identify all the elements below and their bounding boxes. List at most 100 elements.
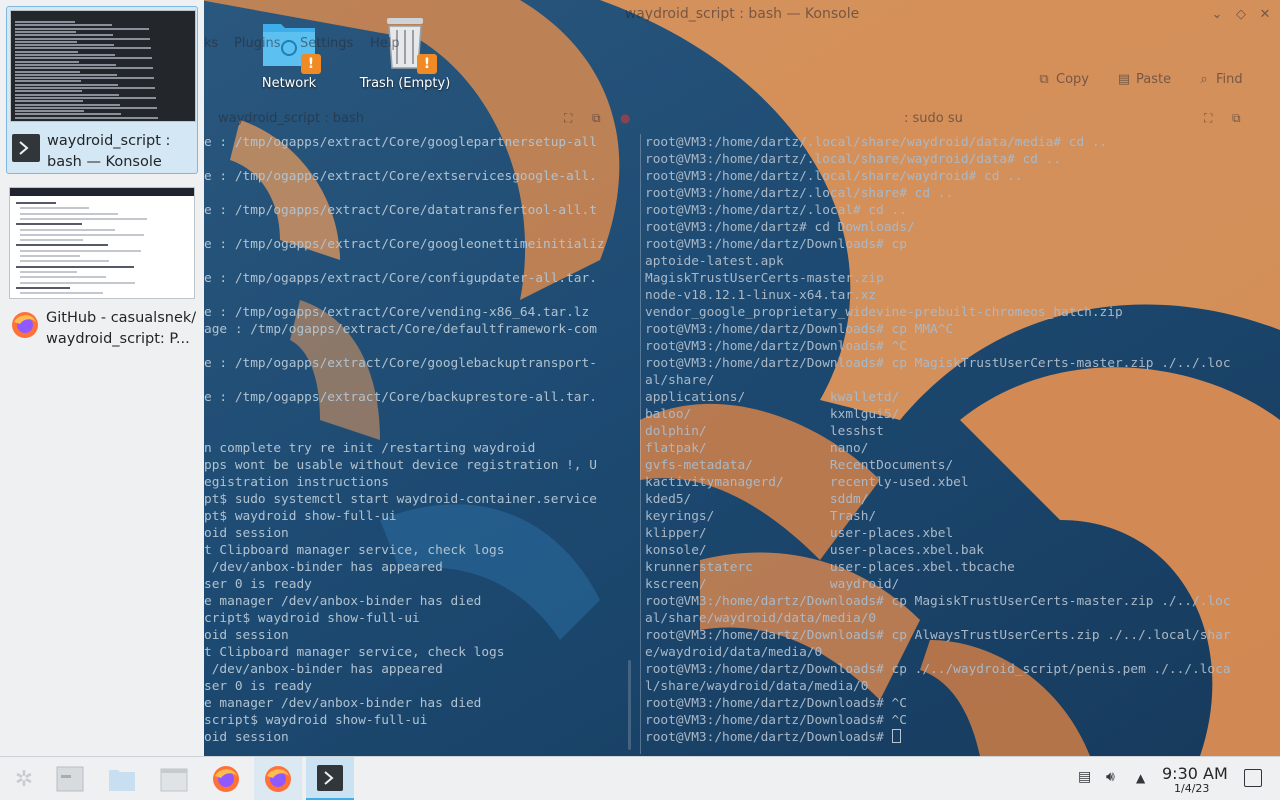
clipboard-icon[interactable]: ▤ [1078, 769, 1091, 785]
terminal-line: root@VM3:/home/dartz/Downloads# cp Alway… [645, 628, 1231, 643]
copy-icon: ⧉ [1039, 72, 1049, 87]
window-title: waydroid_script : bash — Konsole [624, 6, 860, 22]
menu-item-help[interactable]: Help [370, 36, 400, 51]
terminal-line: root@VM3:/home/dartz/.local/share# cd .. [645, 186, 954, 201]
thumbnail-text-line [15, 106, 157, 109]
thumbnail-text-line [15, 44, 114, 47]
thumbnail-text-line [16, 202, 56, 204]
menu-item-plugins[interactable]: Plugins [234, 36, 281, 51]
terminal-line: krunnerstaterc user-places.xbel.tbcache [645, 560, 1015, 575]
switcher-item-label: waydroid_script : bash — Konsole [47, 133, 171, 170]
split-divider[interactable] [640, 134, 641, 754]
paste-button[interactable]: ▤ Paste [1116, 72, 1171, 87]
thumbnail-text-line [15, 21, 75, 23]
thumbnail-text-line [20, 292, 103, 295]
taskbar-item-window[interactable] [46, 757, 94, 800]
volume-icon[interactable]: 🔊︎ [1106, 769, 1115, 785]
thumbnail-text-line [15, 113, 121, 116]
thumbnail-text-line [16, 223, 82, 226]
terminal-cursor [891, 729, 901, 743]
firefox-icon [10, 310, 40, 340]
thumbnail-text-line [15, 103, 120, 106]
thumbnail-text-line [20, 228, 115, 231]
terminal-line: dolphin/ lesshst [645, 424, 884, 439]
paste-label: Paste [1136, 72, 1172, 87]
terminal-line: flatpak/ nano/ [645, 441, 869, 456]
terminal-line: al/share/waydroid/data/media/0 [645, 611, 877, 626]
thumbnail-text-line [15, 67, 153, 70]
terminal-left-output[interactable]: e : /tmp/ogapps/extract/Core/googlepartn… [204, 134, 634, 754]
terminal-line: kscreen/ waydroid/ [645, 577, 900, 592]
window-thumbnail [9, 187, 195, 299]
konsole-window: waydroid_script : bash — Konsole ⌄ ◇ ✕ k… [204, 0, 1280, 756]
terminal-line: n complete try re init /restarting waydr… [204, 441, 536, 456]
maximize-split-icon[interactable]: ⛶ [1204, 111, 1212, 126]
app-launcher-button[interactable]: ✲ [0, 757, 48, 800]
thumbnail-text-line [15, 93, 119, 96]
terminal-line: pt$ sudo systemctl start waydroid-contai… [204, 492, 597, 507]
app-launcher-icon: ✲ [14, 766, 34, 792]
show-desktop-button[interactable] [1244, 769, 1262, 787]
taskbar-item-folder[interactable] [98, 757, 146, 800]
konsole-icon [317, 764, 343, 791]
menubar: ks Plugins Settings Help [204, 34, 704, 56]
taskbar-item-konsole[interactable] [306, 757, 354, 800]
detach-split-icon[interactable]: ⧉ [592, 111, 601, 126]
terminal-line: oid session [204, 526, 289, 541]
maximize-icon[interactable]: ◇ [1232, 6, 1250, 24]
terminal-line: root@VM3:/home/dartz/Downloads# ^C [645, 713, 907, 728]
window-thumbnail [10, 10, 196, 122]
thumbnail-text-line [15, 34, 113, 37]
terminal-line: oid session [204, 628, 289, 643]
window-titlebar[interactable]: waydroid_script : bash — Konsole ⌄ ◇ ✕ [204, 0, 1280, 30]
menu-item-bookmarks[interactable]: ks [204, 36, 218, 51]
close-split-icon[interactable]: ● [620, 111, 630, 125]
detach-split-icon[interactable]: ⧉ [1232, 111, 1241, 126]
paste-icon: ▤ [1117, 72, 1131, 87]
taskbar-item-firefox[interactable] [202, 757, 250, 800]
terminal-line: oid session [204, 730, 289, 745]
thumbnail-text-line [15, 54, 115, 56]
thumbnail-text-line [15, 70, 80, 73]
taskbar-item-firefox-window[interactable] [254, 757, 302, 800]
terminal-line: node-v18.12.1-linux-x64.tar.xz [645, 288, 877, 303]
thumbnail-text-line [16, 244, 108, 247]
terminal-line: e : /tmp/ogapps/extract/Core/backupresto… [204, 390, 597, 405]
terminal-right-output[interactable]: root@VM3:/home/dartz/.local/share/waydro… [645, 134, 1280, 754]
clock-time[interactable]: 9:30 AM [1162, 764, 1228, 783]
tab-left-title[interactable]: waydroid_script : bash [218, 111, 364, 126]
terminal-line: vendor_google_proprietary_widevine-prebu… [645, 305, 1123, 320]
minimize-icon[interactable]: ⌄ [1208, 6, 1226, 24]
thumbnail-text-line [20, 239, 83, 242]
thumbnail-text-line [15, 116, 158, 119]
thumbnail-text-line [15, 37, 150, 40]
terminal-line: t Clipboard manager service, check logs [204, 543, 505, 558]
terminal-line: script$ waydroid show-full-ui [204, 713, 428, 728]
tab-right-title[interactable]: : sudo su [904, 111, 963, 126]
chevron-up-icon[interactable]: ▲ [1136, 771, 1145, 785]
clock-date[interactable]: 1/4/23 [1174, 782, 1209, 795]
terminal-line: ser 0 is ready [204, 679, 312, 694]
find-button[interactable]: ⌕ Find [1196, 72, 1242, 87]
thumbnail-text-line [20, 217, 147, 220]
switcher-item-konsole[interactable]: waydroid_script : bash — Konsole [6, 6, 198, 174]
terminal-line: pps wont be usable without device regist… [204, 458, 597, 473]
copy-button[interactable]: ⧉ Copy [1036, 72, 1089, 87]
thumbnail-header [10, 188, 194, 196]
taskbar-item-file-manager[interactable] [150, 757, 198, 800]
terminal-line: root@VM3:/home/dartz/.local/share/waydro… [645, 135, 1108, 150]
terminal-line: /dev/anbox-binder has appeared [204, 662, 443, 677]
thumbnail-text-line [20, 212, 118, 215]
konsole-icon [11, 133, 41, 163]
thumbnail-text-line [15, 57, 152, 60]
switcher-item-firefox[interactable]: GitHub - casualsnek/ waydroid_script: P.… [6, 184, 198, 347]
terminal-scrollbar[interactable] [628, 660, 631, 750]
terminal-line: e/waydroid/data/media/0 [645, 645, 823, 660]
thumbnail-text-line [16, 286, 70, 289]
thumbnail-text-line [15, 60, 79, 63]
menu-item-settings[interactable]: Settings [300, 36, 353, 51]
maximize-split-icon[interactable]: ⛶ [564, 111, 572, 126]
thumbnail-text-line [15, 27, 149, 30]
close-icon[interactable]: ✕ [1256, 6, 1274, 24]
